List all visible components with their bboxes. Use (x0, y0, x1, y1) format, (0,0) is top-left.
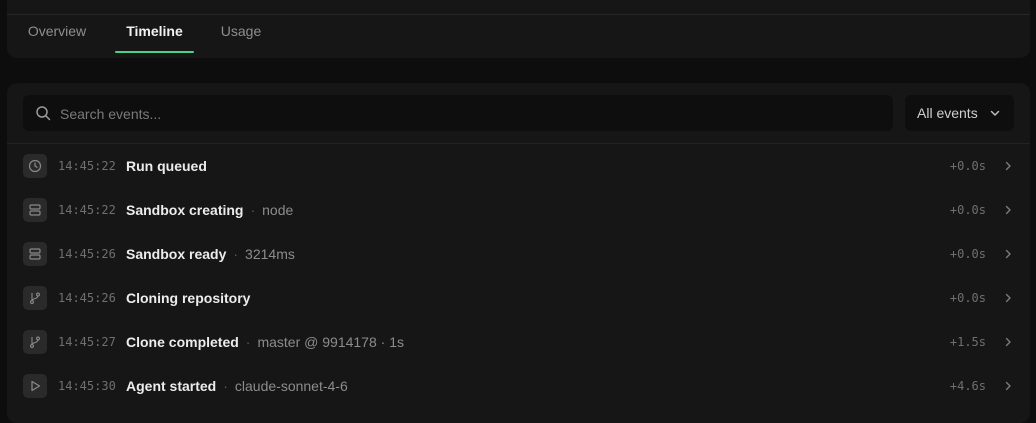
git-branch-icon (30, 336, 40, 348)
event-title: Sandbox creating (126, 202, 244, 218)
event-row[interactable]: 14:45:22 Run queued +0.0s (7, 144, 1030, 188)
event-time: 14:45:22 (58, 203, 116, 217)
event-icon-box (23, 154, 47, 178)
event-title: Clone completed (126, 334, 239, 350)
event-time: 14:45:26 (58, 247, 116, 261)
event-delta: +1.5s (949, 335, 986, 349)
separator-dot: · (250, 202, 256, 218)
event-delta: +0.0s (949, 203, 986, 217)
event-row[interactable]: 14:45:26 Sandbox ready · 3214ms +0.0s (7, 232, 1030, 276)
event-icon-box (23, 286, 47, 310)
event-detail: 3214ms (245, 246, 295, 262)
event-title: Run queued (126, 158, 207, 174)
event-time: 14:45:22 (58, 159, 116, 173)
event-title-line: Cloning repository (126, 276, 250, 320)
event-delta: +4.6s (949, 379, 986, 393)
event-icon-box (23, 374, 47, 398)
event-delta: +0.0s (949, 159, 986, 173)
event-title: Agent started (126, 378, 217, 394)
git-branch-icon (30, 292, 40, 304)
tab-timeline-label: Timeline (126, 23, 183, 39)
chevron-down-icon (990, 110, 1000, 116)
play-icon (31, 380, 41, 392)
separator-dot: · (223, 378, 228, 394)
event-time: 14:45:30 (58, 379, 116, 393)
server-icon (29, 248, 41, 260)
event-icon-box (23, 330, 47, 354)
event-time: 14:45:27 (58, 335, 116, 349)
chevron-right-icon (1005, 161, 1011, 171)
event-filter-label: All events (917, 105, 978, 121)
event-title: Cloning repository (126, 290, 251, 306)
search-icon (36, 106, 51, 121)
active-tab-indicator (115, 51, 194, 53)
event-title-line: Clone completed · master @ 9914178 · 1s (126, 320, 404, 364)
event-icon-box (23, 242, 47, 266)
event-detail: master @ 9914178 · 1s (257, 334, 404, 350)
separator-dot: · (245, 334, 251, 350)
event-row[interactable]: 14:45:27 Clone completed · master @ 991417… (7, 320, 1030, 364)
event-row[interactable]: 14:45:22 Sandbox creating · node +0.0s (7, 188, 1030, 232)
chevron-right-icon (1005, 337, 1011, 347)
event-title-line: Agent started · claude-sonnet-4-6 (126, 364, 348, 408)
event-row[interactable]: 14:45:30 Agent started · claude-sonnet-4-6… (7, 364, 1030, 408)
chevron-right-icon (1005, 381, 1011, 391)
event-time: 14:45:26 (58, 291, 116, 305)
event-delta: +0.0s (949, 247, 986, 261)
clock-icon (28, 159, 42, 173)
chevron-right-icon (1005, 249, 1011, 259)
event-title-line: Sandbox ready · 3214ms (126, 232, 295, 276)
tab-timeline[interactable]: Timeline (115, 15, 194, 53)
event-row[interactable]: 14:45:26 Cloning repository +0.0s (7, 276, 1030, 320)
event-delta: +0.0s (949, 291, 986, 305)
event-detail: node (262, 202, 294, 218)
tab-usage[interactable]: Usage (220, 15, 262, 53)
run-header-card: Overview Timeline Usage (7, 0, 1030, 58)
separator-dot: · (233, 246, 239, 262)
timeline-panel: All events 14:45:22 Run queued +0.0s (7, 83, 1030, 423)
chevron-right-icon (1005, 205, 1011, 215)
search-input[interactable] (58, 95, 862, 133)
event-title-line: Sandbox creating · node (126, 188, 293, 232)
event-filter-dropdown[interactable]: All events (905, 95, 1014, 131)
event-detail: claude-sonnet-4-6 (234, 378, 348, 394)
event-title: Sandbox ready (126, 246, 227, 262)
event-title-line: Run queued (126, 144, 207, 188)
tab-overview[interactable]: Overview (26, 15, 88, 53)
server-icon (29, 204, 41, 216)
event-icon-box (23, 198, 47, 222)
chevron-right-icon (1005, 293, 1011, 303)
search-box[interactable] (23, 95, 893, 133)
